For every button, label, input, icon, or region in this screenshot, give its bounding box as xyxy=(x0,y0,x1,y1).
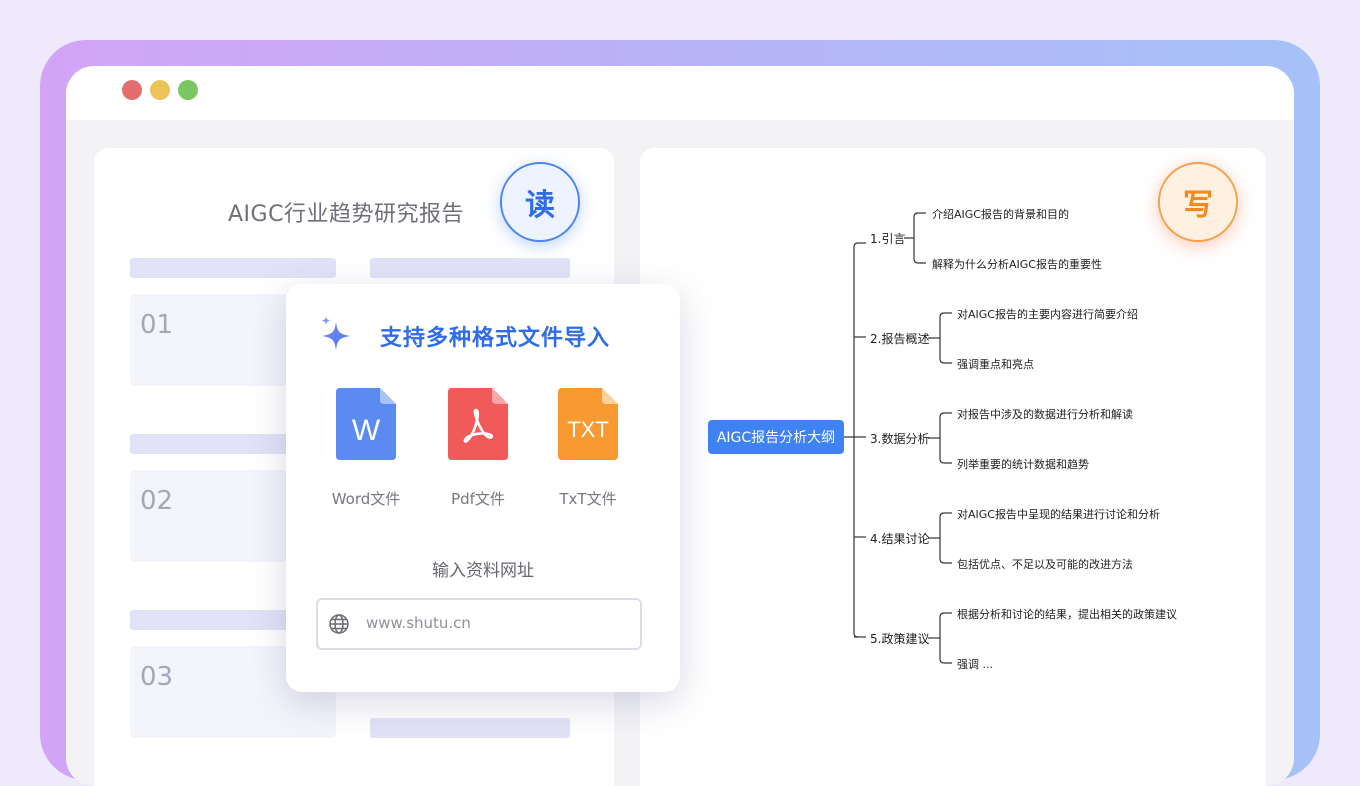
mindmap-leaf[interactable]: 介绍AIGC报告的背景和目的 xyxy=(932,206,1069,222)
import-title: 支持多种格式文件导入 xyxy=(380,326,611,351)
mindmap-leaf[interactable]: 对报告中涉及的数据进行分析和解读 xyxy=(957,406,1133,422)
mindmap-leaf[interactable]: 对AIGC报告的主要内容进行简要介绍 xyxy=(957,306,1138,322)
sparkle-icon xyxy=(321,316,350,350)
mindmap-leaf[interactable]: 包括优点、不足以及可能的改进方法 xyxy=(957,556,1133,572)
pdf-file-icon[interactable] xyxy=(448,388,508,460)
txt-file-icon[interactable]: TXT xyxy=(558,388,618,460)
mindmap-leaf[interactable]: 强调重点和亮点 xyxy=(957,356,1034,372)
globe-icon xyxy=(329,614,349,634)
word-file-label: Word文件 xyxy=(331,490,401,508)
mindmap-branch-policy[interactable]: 5.政策建议 xyxy=(870,630,929,647)
url-input-value: www.shutu.cn xyxy=(366,614,471,632)
import-dialog: 支持多种格式文件导入 W TXT Word文件 Pdf文件 TxT文件 输入资料… xyxy=(286,284,680,692)
word-file-glyph: W xyxy=(352,414,381,447)
pdf-file-label: Pdf文件 xyxy=(451,490,505,508)
mindmap-branch-discussion[interactable]: 4.结果讨论 xyxy=(870,530,929,547)
mindmap-branch-data-analysis[interactable]: 3.数据分析 xyxy=(870,430,929,447)
mindmap-connectors xyxy=(844,212,952,664)
mindmap-leaf[interactable]: 列举重要的统计数据和趋势 xyxy=(957,456,1089,472)
mindmap-branch-intro[interactable]: 1.引言 xyxy=(870,230,905,247)
mindmap-leaf[interactable]: 根据分析和讨论的结果，提出相关的政策建议 xyxy=(957,606,1177,622)
url-input-title: 输入资料网址 xyxy=(432,561,534,581)
txt-file-glyph: TXT xyxy=(567,417,609,442)
url-input[interactable]: www.shutu.cn xyxy=(316,598,642,650)
mindmap-leaf[interactable]: 对AIGC报告中呈现的结果进行讨论和分析 xyxy=(957,506,1160,522)
mindmap-leaf[interactable]: 解释为什么分析AIGC报告的重要性 xyxy=(932,256,1102,272)
txt-file-label: TxT文件 xyxy=(559,490,617,508)
mindmap-root-node[interactable]: AIGC报告分析大纲 xyxy=(708,420,844,454)
mindmap-leaf[interactable]: 强调 ... xyxy=(957,656,993,672)
word-file-icon[interactable]: W xyxy=(336,388,396,460)
mindmap-branch-overview[interactable]: 2.报告概述 xyxy=(870,330,929,347)
